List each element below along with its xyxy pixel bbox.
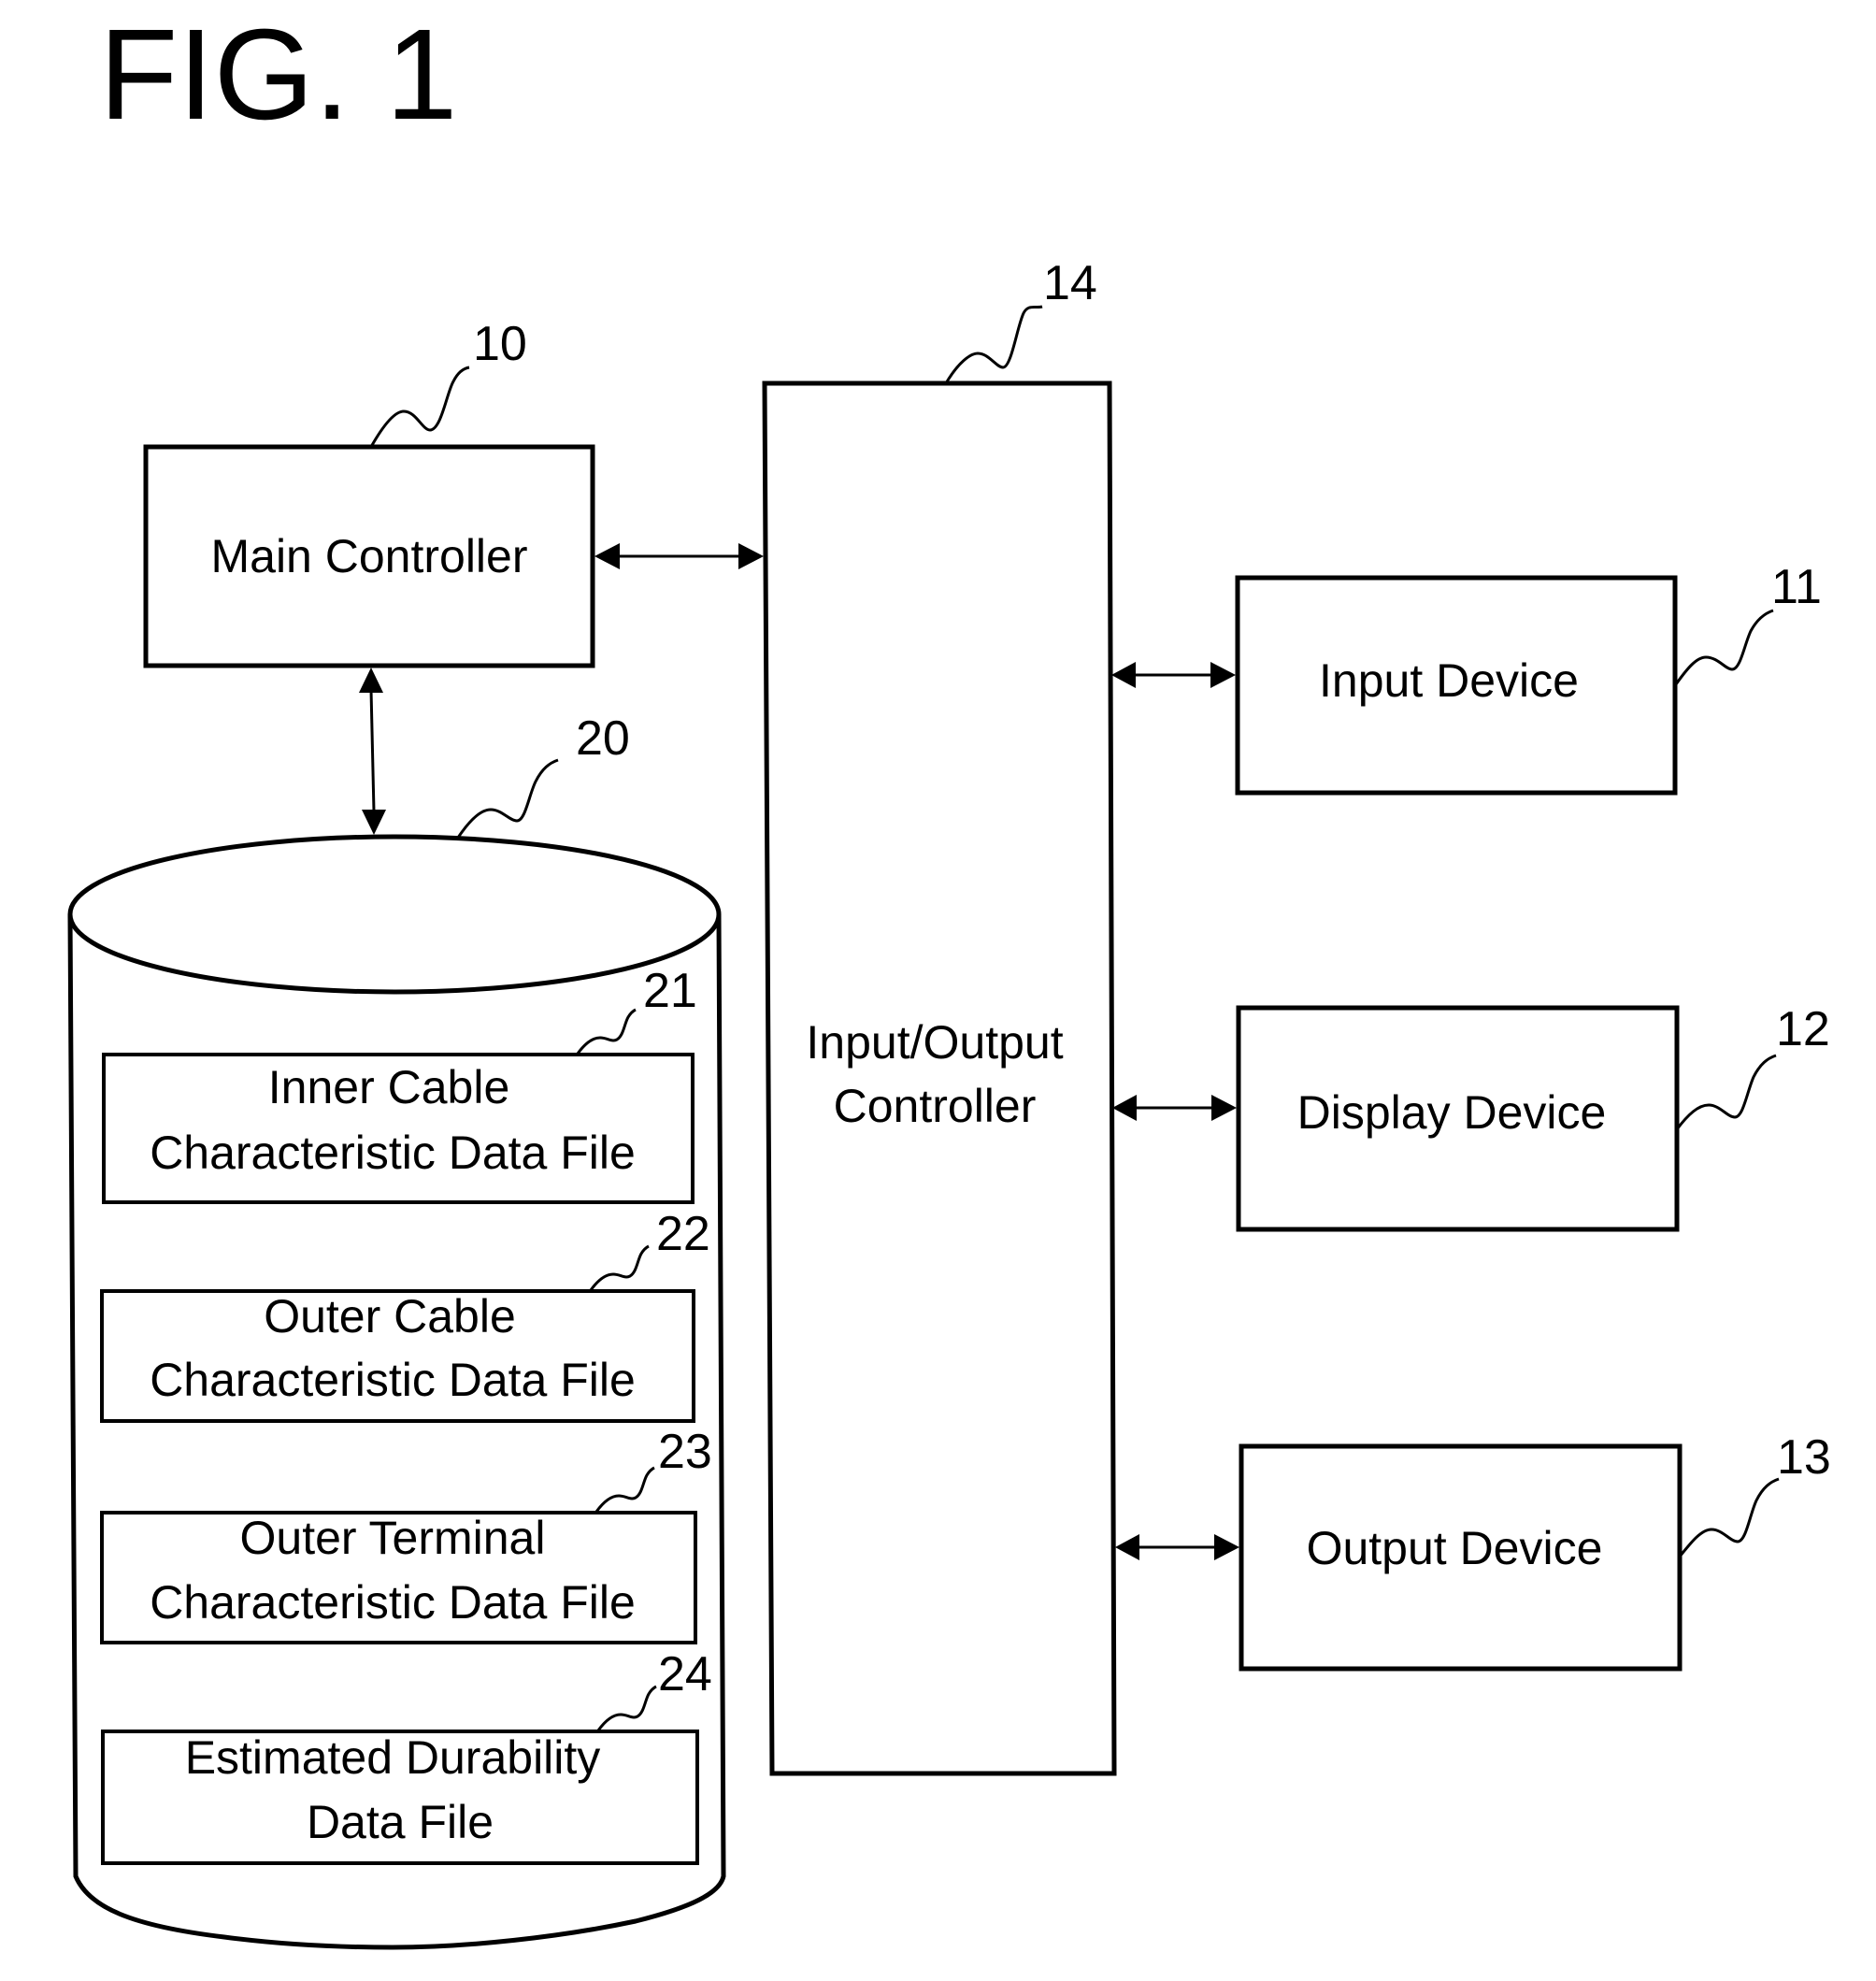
output-device-block: Output Device 13	[1239, 1430, 1831, 1672]
arrow-head-left-icon	[594, 543, 620, 569]
output-device-label: Output Device	[1307, 1522, 1603, 1574]
file-outer-cable-ref-number: 22	[656, 1207, 710, 1261]
main-controller-label: Main Controller	[210, 530, 527, 582]
main-controller-leader-line	[369, 366, 470, 448]
file-outer-terminal-label-line-2: Characteristic Data File	[150, 1576, 636, 1629]
io-controller-leader-line	[944, 305, 1043, 384]
file-estimated-durability-ref-number: 24	[658, 1647, 712, 1701]
arrow-head-left-icon	[1111, 662, 1136, 688]
arrow-head-right-icon	[738, 543, 764, 569]
file-outer-terminal-label-line-1: Outer Terminal	[240, 1512, 546, 1564]
input-device-label: Input Device	[1319, 654, 1579, 707]
io-controller-label-line-1: Input/Output	[806, 1016, 1063, 1069]
arrow-head-left-icon	[1115, 1534, 1139, 1560]
arrow-head-down-icon	[362, 810, 386, 835]
io-controller-box	[762, 380, 1117, 1776]
figure-title: FIG. 1	[99, 3, 457, 147]
io-controller-block: Input/Output Controller 14	[762, 256, 1117, 1776]
main-controller-ref-number: 10	[473, 317, 527, 371]
output-device-ref-number: 13	[1777, 1430, 1831, 1485]
storage-ref-number: 20	[576, 711, 630, 766]
arrow-head-left-icon	[1112, 1095, 1137, 1121]
main-controller-block: Main Controller 10	[143, 317, 595, 668]
display-device-block: Display Device 12	[1236, 1002, 1830, 1232]
file-outer-cable-label-line-2: Characteristic Data File	[150, 1354, 636, 1406]
file-outer-terminal-ref-number: 23	[658, 1425, 712, 1479]
arrow-head-up-icon	[359, 668, 383, 693]
arrow-io-to-output	[1115, 1534, 1239, 1560]
file-estimated-durability-label-line-1: Estimated Durability	[185, 1731, 601, 1784]
display-device-label: Display Device	[1297, 1086, 1607, 1139]
arrow-head-right-icon	[1210, 662, 1236, 688]
file-inner-cable-ref-number: 21	[643, 964, 697, 1018]
io-controller-ref-number: 14	[1043, 256, 1097, 310]
arrow-head-right-icon	[1214, 1534, 1239, 1560]
input-device-ref-number: 11	[1771, 560, 1822, 614]
display-device-ref-number: 12	[1776, 1002, 1830, 1056]
storage-leader-line	[456, 758, 559, 839]
arrow-main-to-io	[594, 543, 764, 569]
arrow-io-to-display	[1112, 1095, 1237, 1121]
arrow-main-to-storage-shaft	[369, 689, 376, 812]
input-device-block: Input Device 11	[1235, 560, 1822, 796]
storage-cylinder-top	[67, 834, 722, 995]
arrow-io-to-input	[1111, 662, 1236, 688]
file-inner-cable-label-line-2: Characteristic Data File	[150, 1127, 636, 1179]
file-outer-cable-label-line-1: Outer Cable	[264, 1290, 516, 1342]
input-device-leader-line	[1674, 609, 1774, 685]
file-estimated-durability-label-line-2: Data File	[307, 1796, 494, 1848]
block-diagram: FIG. 1 Main Controller 10 Input/Output C…	[67, 3, 1831, 1950]
display-device-leader-line	[1675, 1054, 1777, 1130]
output-device-leader-line	[1678, 1477, 1780, 1558]
io-controller-label-line-2: Controller	[834, 1080, 1037, 1132]
file-inner-cable-label-line-1: Inner Cable	[268, 1061, 510, 1113]
arrow-head-right-icon	[1211, 1095, 1237, 1121]
storage-database: 20 Inner Cable Characteristic Data File …	[67, 711, 726, 1950]
arrow-main-to-storage	[359, 668, 386, 835]
